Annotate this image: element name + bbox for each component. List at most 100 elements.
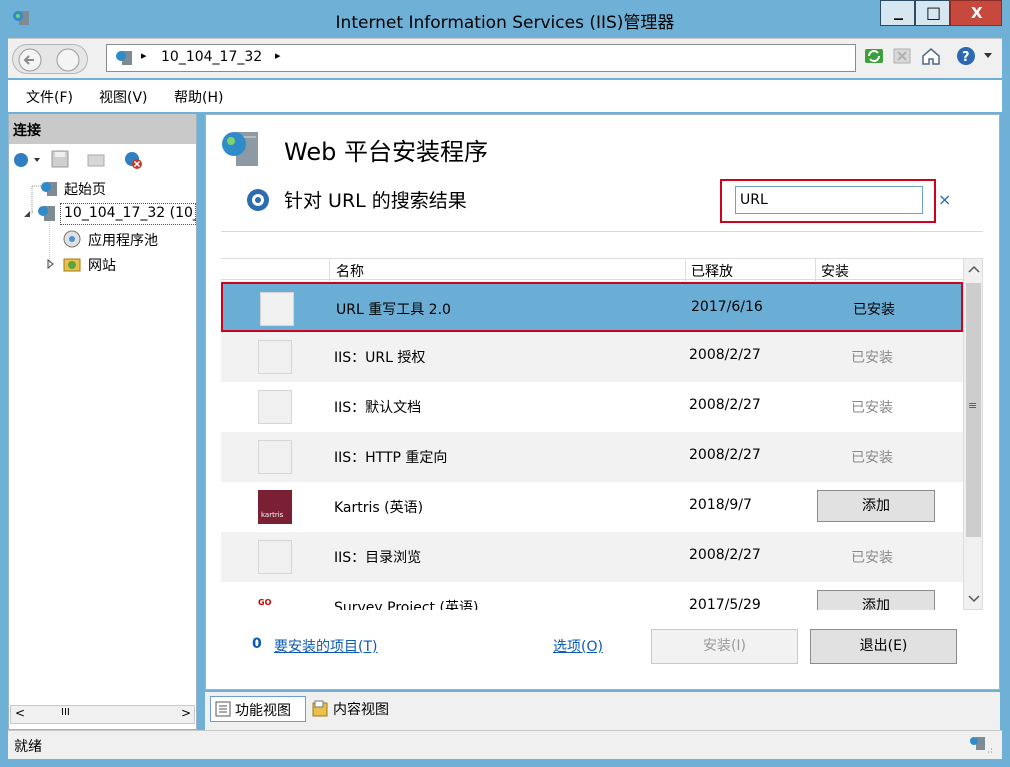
tree-sites[interactable]: 网站 (88, 255, 116, 275)
minimize-glyph: _ (894, 0, 903, 21)
row-date: 2008/2/27 (689, 447, 761, 463)
add-button[interactable]: 添加 (817, 490, 935, 522)
status-server-icon (970, 737, 992, 753)
scroll-right-icon[interactable]: > (181, 706, 191, 720)
collapse-icon[interactable] (22, 209, 32, 219)
connections-toolbar (9, 146, 196, 174)
scroll-down-icon[interactable] (968, 595, 980, 603)
row-date: 2008/2/27 (689, 347, 761, 363)
col-name[interactable]: 名称 (336, 261, 364, 281)
new-folder-icon[interactable] (87, 150, 105, 168)
content-view-icon[interactable] (311, 700, 329, 718)
breadcrumb[interactable]: ▸ 10_104_17_32 ▸ (106, 44, 856, 72)
row-status: 已安装 (851, 450, 893, 466)
nav-back-forward[interactable] (12, 44, 88, 74)
product-icon (258, 440, 292, 474)
row-name: IIS：目录浏览 (334, 550, 422, 566)
breadcrumb-expand[interactable]: ▸ (275, 49, 281, 62)
clear-search-icon[interactable]: × (938, 190, 951, 209)
tab-features-view[interactable]: 功能视图 (210, 696, 306, 722)
product-icon (258, 390, 292, 424)
window-title: Internet Information Services (IIS)管理器 (335, 13, 675, 33)
wpi-icon (222, 132, 258, 166)
stop-icon[interactable] (892, 46, 912, 66)
table-row-partial[interactable]: GO Survey Project (英语) 2017/5/29 添加 (221, 582, 963, 610)
options-link[interactable]: 选项(O) (553, 636, 603, 656)
connect-globe-icon[interactable] (12, 150, 42, 170)
help-icon[interactable]: ? (955, 45, 977, 67)
table-row[interactable]: IIS：目录浏览 2008/2/27 已安装 (221, 532, 963, 582)
menu-view[interactable]: 视图(V) (99, 87, 148, 107)
install-count: 0 (252, 636, 262, 652)
survey-logo-icon: GO (258, 598, 272, 607)
search-input[interactable] (735, 186, 923, 214)
tree-hscrollbar[interactable]: < III > (10, 705, 195, 724)
divider (221, 231, 983, 232)
home-icon[interactable] (920, 45, 942, 67)
product-icon (258, 340, 292, 374)
tree-server-label[interactable]: 10_104_17_32 (10_ (64, 205, 196, 221)
row-status: 已安装 (851, 400, 893, 416)
close-button[interactable]: X (950, 0, 1002, 26)
status-text: 就绪 (14, 739, 42, 755)
connections-title: 连接 (13, 123, 41, 139)
row-date: 2018/9/7 (689, 497, 752, 513)
kartris-logo-icon: kartris (258, 490, 292, 524)
maximize-glyph: □ (926, 3, 942, 22)
row-date: 2017/5/29 (689, 597, 761, 610)
tab-content-view[interactable]: 内容视图 (333, 699, 389, 719)
menu-help[interactable]: 帮助(H) (174, 87, 223, 107)
col-released[interactable]: 已释放 (691, 261, 733, 281)
features-view-icon (215, 701, 231, 717)
row-date: 2008/2/27 (689, 547, 761, 563)
product-icon (260, 292, 294, 326)
row-name: Kartris (英语) (334, 500, 424, 516)
server-node-icon (38, 206, 55, 221)
table-row[interactable]: URL 重写工具 2.0 2017/6/16 已安装 (221, 282, 963, 332)
add-button[interactable]: 添加 (817, 590, 935, 610)
row-name: IIS：HTTP 重定向 (334, 450, 448, 466)
row-name: Survey Project (英语) (334, 600, 479, 610)
forward-arrow-icon[interactable] (55, 47, 81, 73)
save-icon[interactable] (51, 150, 69, 168)
refresh-icon[interactable] (864, 46, 884, 66)
search-results-icon (247, 189, 269, 211)
sites-folder-icon (63, 258, 81, 272)
start-page-icon (41, 182, 57, 196)
row-name: URL 重写工具 2.0 (336, 302, 451, 318)
table-row[interactable]: IIS：默认文档 2008/2/27 已安装 (221, 382, 963, 432)
table-row[interactable]: kartris Kartris (英语) 2018/9/7 添加 (221, 482, 963, 532)
vscroll-grip: ≡ (968, 399, 978, 412)
scroll-up-icon[interactable] (968, 265, 980, 273)
exit-button[interactable]: 退出(E) (810, 629, 957, 664)
maximize-button[interactable]: □ (915, 0, 950, 26)
col-install[interactable]: 安装 (821, 261, 849, 281)
tree-start-page[interactable]: 起始页 (64, 179, 106, 199)
row-status: 已安装 (851, 550, 893, 566)
row-date: 2017/6/16 (691, 299, 763, 315)
row-name: IIS：默认文档 (334, 400, 422, 416)
menu-file[interactable]: 文件(F) (26, 87, 73, 107)
table-row[interactable]: IIS：URL 授权 2008/2/27 已安装 (221, 332, 963, 382)
status-bar: 就绪 (8, 730, 1002, 759)
vscroll-thumb[interactable]: ≡ (966, 283, 981, 537)
breadcrumb-server[interactable]: 10_104_17_32 (161, 49, 262, 65)
tree-app-pools[interactable]: 应用程序池 (88, 230, 158, 250)
breadcrumb-sep: ▸ (141, 49, 147, 62)
items-to-install-link[interactable]: 要安装的项目(T) (274, 636, 377, 656)
minimize-button[interactable]: _ (880, 0, 915, 26)
scroll-left-icon[interactable]: < (15, 706, 25, 720)
expand-icon[interactable] (46, 259, 56, 269)
table-vscrollbar[interactable]: ≡ (963, 258, 983, 610)
row-status: 已安装 (853, 302, 895, 318)
delete-connection-icon[interactable] (122, 149, 144, 171)
hscroll-thumb[interactable]: III (61, 707, 70, 718)
menu-bar (8, 80, 1002, 112)
help-dropdown-icon[interactable] (983, 52, 993, 60)
server-icon (116, 51, 132, 65)
back-arrow-icon[interactable] (17, 47, 43, 73)
install-button[interactable]: 安装(I) (651, 629, 798, 664)
svg-text:?: ? (962, 50, 970, 65)
table-row[interactable]: IIS：HTTP 重定向 2008/2/27 已安装 (221, 432, 963, 482)
wpi-title: Web 平台安装程序 (284, 138, 488, 166)
